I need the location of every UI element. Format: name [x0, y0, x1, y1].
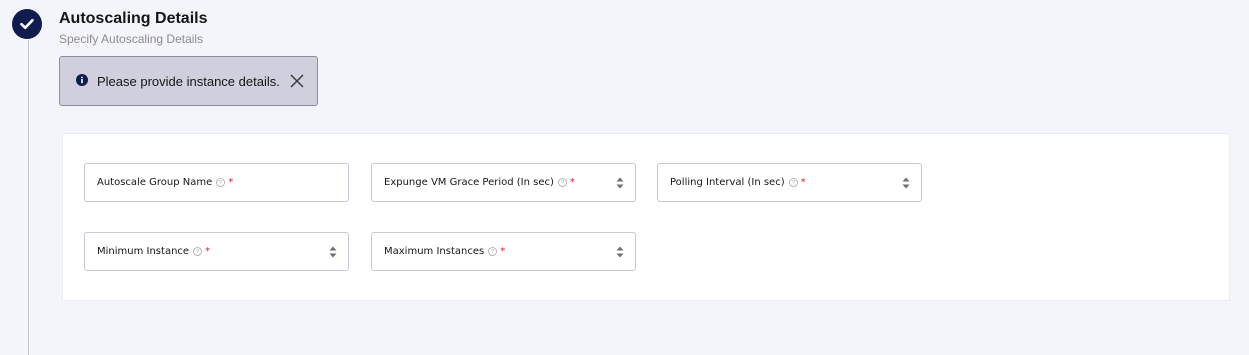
help-icon[interactable]: ? [193, 247, 202, 256]
help-icon[interactable]: ? [788, 178, 798, 187]
polling-interval-input[interactable]: Polling Interval (In sec) ? * [657, 163, 922, 202]
expunge-vm-grace-period-input[interactable]: Expunge VM Grace Period (In sec) ? * [371, 163, 636, 202]
help-icon[interactable]: ? [216, 178, 226, 187]
expunge-vm-grace-period-label: Expunge VM Grace Period (In sec) [384, 177, 554, 188]
stepper-icon[interactable] [328, 244, 338, 260]
step-subtitle: Specify Autoscaling Details [59, 32, 204, 46]
notification-text: Please provide instance details. [97, 74, 280, 89]
required-marker: * [500, 246, 506, 257]
help-icon[interactable]: ? [558, 178, 567, 187]
help-icon[interactable]: ? [488, 247, 498, 256]
stepper-icon[interactable] [615, 175, 625, 191]
step-title: Autoscaling Details [59, 10, 208, 27]
close-icon[interactable] [288, 72, 306, 90]
maximum-instances-input[interactable]: Maximum Instances ? * [371, 232, 636, 271]
required-marker: * [205, 246, 211, 257]
autoscale-group-name-label: Autoscale Group Name [97, 177, 213, 188]
info-notification: Please provide instance details. [59, 56, 318, 106]
minimum-instance-input[interactable]: Minimum Instance ? * [84, 232, 349, 271]
autoscaling-form-panel: Autoscale Group Name ? * Expunge VM Grac… [62, 133, 1230, 301]
stepper-icon[interactable] [901, 175, 911, 191]
maximum-instances-label: Maximum Instances [384, 246, 485, 257]
required-marker: * [228, 177, 234, 188]
stepper-icon[interactable] [615, 244, 625, 260]
step-connector-line [28, 40, 29, 355]
required-marker: * [800, 177, 806, 188]
minimum-instance-label: Minimum Instance [97, 246, 190, 257]
step-complete-indicator [12, 9, 42, 39]
required-marker: * [569, 177, 575, 188]
checkmark-icon [20, 18, 34, 30]
info-icon [76, 74, 88, 86]
polling-interval-label: Polling Interval (In sec) [670, 177, 785, 188]
autoscale-group-name-input[interactable]: Autoscale Group Name ? * [84, 163, 349, 202]
